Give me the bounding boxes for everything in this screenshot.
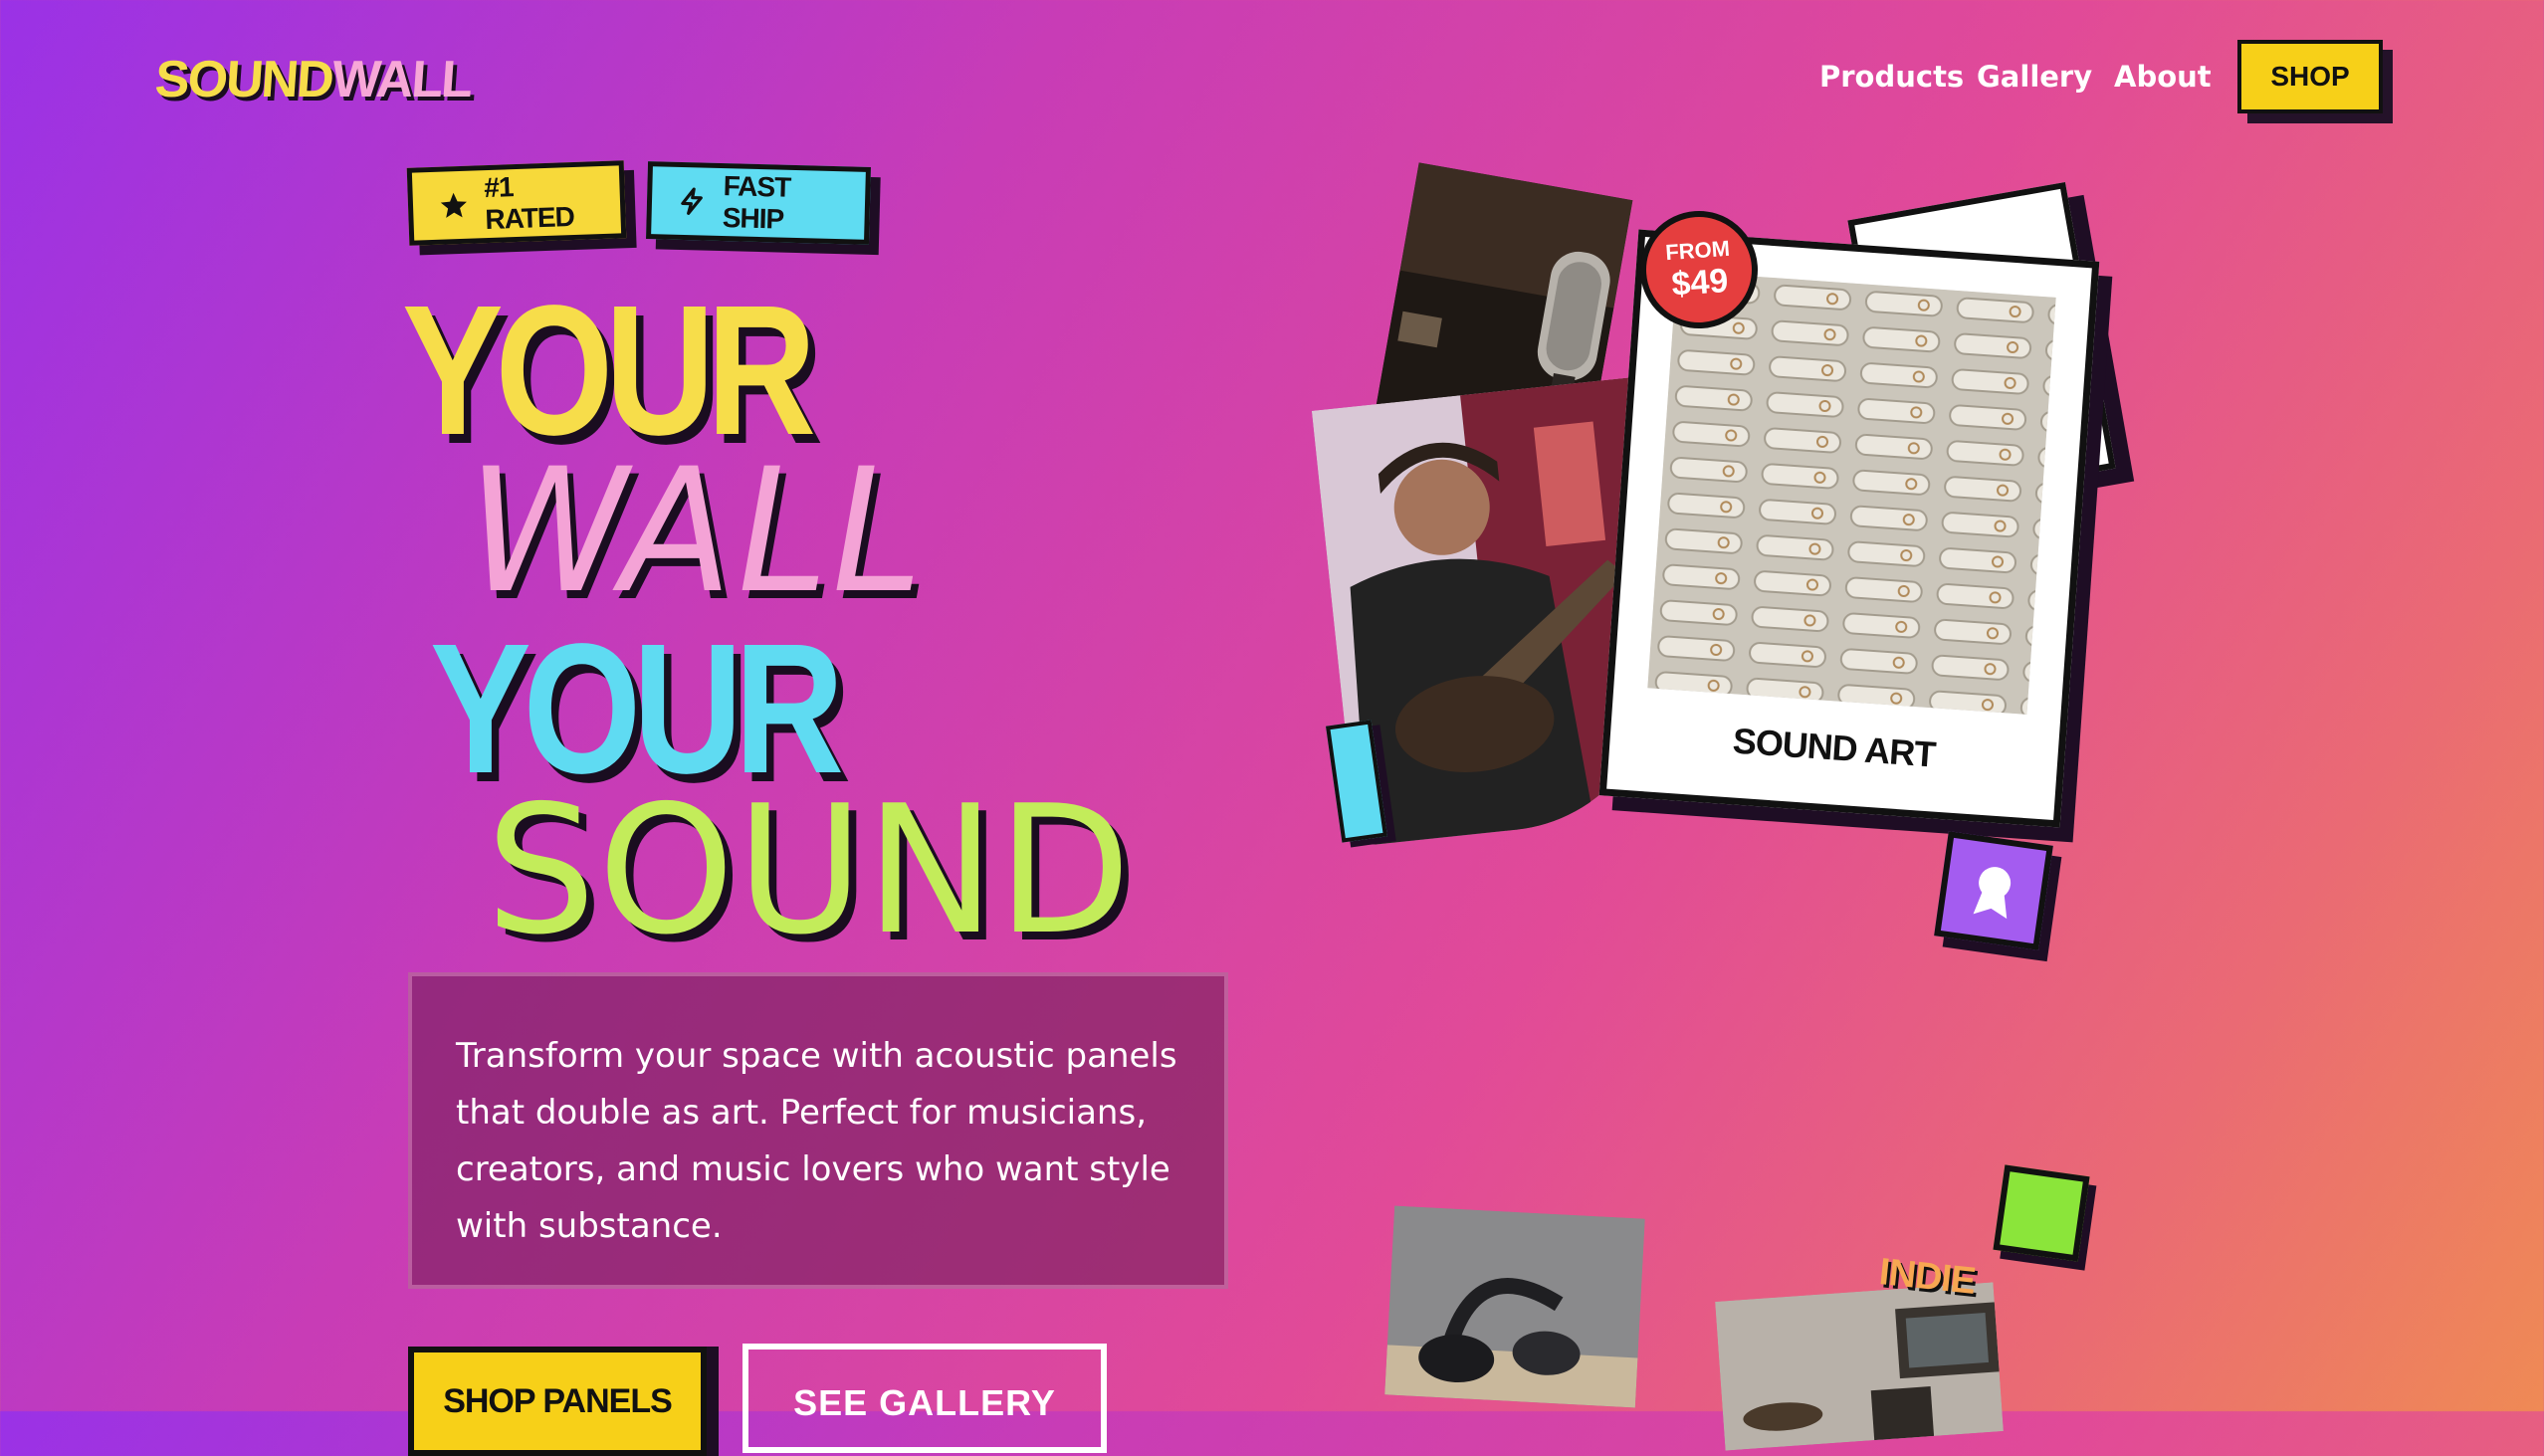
decor-lime-square	[1993, 1164, 2090, 1262]
badge-top-rated: #1 RATED	[406, 160, 627, 246]
badge-fast-ship: FAST SHIP	[646, 161, 871, 245]
see-gallery-button[interactable]: SEE GALLERY	[742, 1344, 1107, 1453]
badge-fast-ship-label: FAST SHIP	[722, 170, 791, 235]
acoustic-panel-photo	[1647, 271, 2056, 715]
shop-button[interactable]: SHOP	[2237, 40, 2383, 113]
brand-part-sound: SOUND	[152, 51, 334, 108]
award-ribbon-icon	[1973, 867, 2012, 920]
price-value: $49	[1670, 261, 1730, 304]
headline-line-4: SOUND	[486, 767, 1134, 973]
nav-link-gallery[interactable]: Gallery	[1977, 60, 2092, 94]
nav-link-about[interactable]: About	[2114, 60, 2212, 94]
polaroid-caption: SOUND ART	[1731, 720, 1937, 775]
badge-top-rated-label: #1 RATED	[483, 171, 575, 236]
brand-part-wall: WALL	[329, 51, 474, 108]
nav-link-products[interactable]: Products	[1819, 60, 1964, 94]
award-badge	[1934, 831, 2053, 950]
star-icon	[440, 192, 467, 218]
brand-logo[interactable]: SOUNDWALL	[153, 50, 473, 109]
headline-line-2: WALL	[448, 431, 944, 631]
lightning-icon	[681, 187, 703, 215]
hero-description: Transform your space with acoustic panel…	[408, 972, 1228, 1289]
studio-photo	[1715, 1282, 2004, 1451]
shop-panels-button[interactable]: SHOP PANELS	[408, 1347, 707, 1456]
headphones-photo	[1384, 1205, 1645, 1408]
